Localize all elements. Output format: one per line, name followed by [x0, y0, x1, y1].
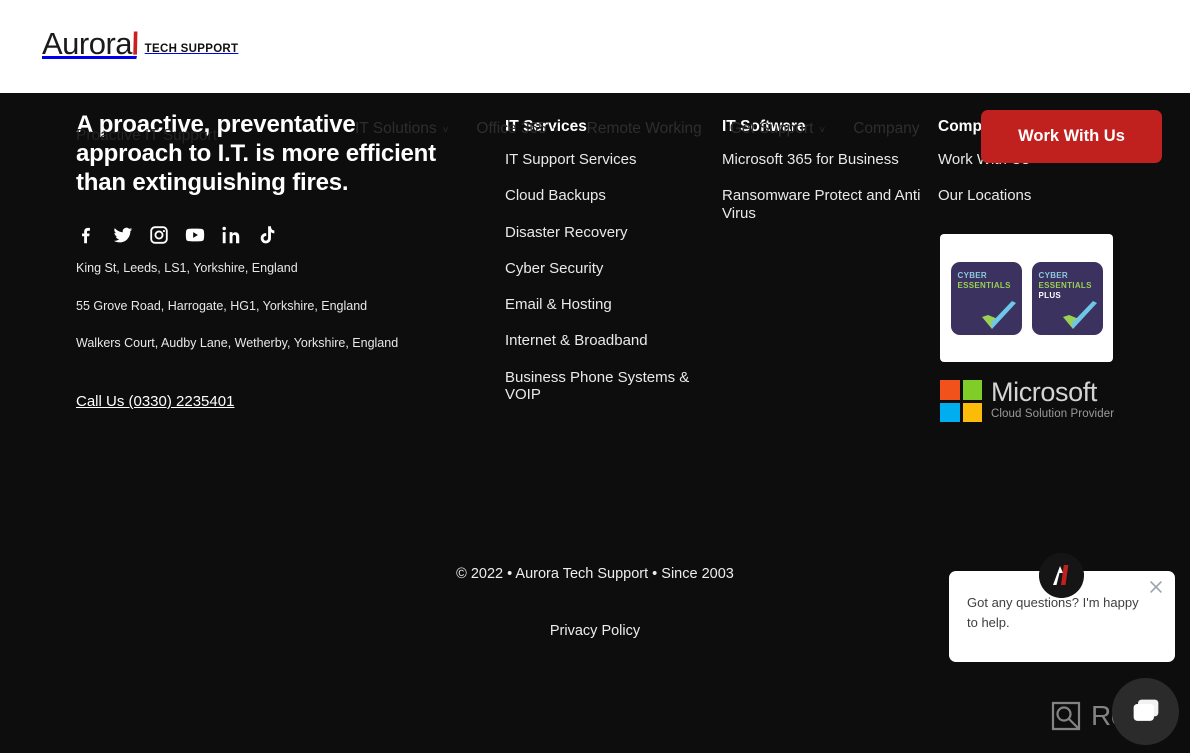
link-cyber-security[interactable]: Cyber Security	[505, 260, 705, 277]
address-leeds: King St, Leeds, LS1, Yorkshire, England	[76, 261, 298, 275]
chat-greeting-text: Got any questions? I'm happy to help.	[967, 595, 1139, 630]
badge-line-1: CYBER	[957, 270, 988, 280]
site-logo[interactable]: Aurora \ TECH SUPPORT	[42, 26, 239, 61]
microsoft-wordmark: Microsoft	[991, 376, 1097, 407]
office-addresses: King St, Leeds, LS1, Yorkshire, England …	[76, 262, 476, 375]
aurora-mark-icon	[1039, 553, 1084, 598]
address-wetherby: Walkers Court, Audby Lane, Wetherby, Yor…	[76, 336, 399, 350]
youtube-icon[interactable]	[184, 224, 206, 246]
column-title: IT Services	[505, 118, 587, 135]
address-harrogate: 55 Grove Road, Harrogate, HG1, Yorkshire…	[76, 298, 368, 313]
page-root: Aurora \ TECH SUPPORT IT Solutions ˅ Off…	[0, 0, 1190, 753]
linkedin-icon[interactable]	[220, 224, 242, 246]
work-with-us-button[interactable]: Work With Us	[981, 110, 1162, 163]
twitter-icon[interactable]	[112, 224, 134, 246]
call-us-link[interactable]: Call Us (0330) 2235401	[76, 393, 234, 410]
link-business-phone-systems-voip[interactable]: Business Phone Systems & VOIP	[505, 369, 705, 404]
microsoft-csp-logo: Microsoft Cloud Solution Provider	[940, 377, 1115, 425]
close-icon[interactable]	[1147, 578, 1165, 596]
link-internet-broadband[interactable]: Internet & Broadband	[505, 332, 705, 349]
footer-column-it-software: IT Software Microsoft 365 for Business R…	[722, 118, 922, 241]
logo-tagline: TECH SUPPORT	[144, 43, 239, 55]
social-links	[76, 224, 278, 246]
link-ransomware-protect-anti-virus[interactable]: Ransomware Protect and Anti Virus	[722, 187, 922, 222]
logo-wordmark: Aurora	[42, 26, 133, 61]
link-it-support-services[interactable]: IT Support Services	[505, 151, 705, 168]
footer-column-it-services: IT Services IT Support Services Cloud Ba…	[505, 118, 705, 422]
link-disaster-recovery[interactable]: Disaster Recovery	[505, 224, 705, 241]
column-title: IT Software	[722, 118, 806, 135]
facebook-icon[interactable]	[76, 224, 98, 246]
link-cloud-backups[interactable]: Cloud Backups	[505, 187, 705, 204]
microsoft-tagline: Cloud Solution Provider	[991, 407, 1115, 420]
chevron-down-icon: ˅	[442, 124, 449, 136]
revain-logo-icon	[1051, 701, 1081, 731]
link-email-hosting[interactable]: Email & Hosting	[505, 296, 705, 313]
checkmark-icon	[981, 300, 1016, 329]
link-our-locations[interactable]: Our Locations	[938, 187, 1128, 204]
chat-bubble-icon	[1133, 699, 1158, 721]
chat-agent-avatar	[1039, 553, 1084, 598]
link-microsoft-365-for-business[interactable]: Microsoft 365 for Business	[722, 151, 922, 168]
badge-line-1: CYBER	[1038, 270, 1069, 280]
microsoft-squares-icon	[940, 380, 982, 422]
tiktok-icon[interactable]	[256, 224, 278, 246]
badge-line-2: ESSENTIALS	[957, 280, 1011, 290]
cyber-essentials-badges: CYBER ESSENTIALS CYBER ESSENTIALS PLUS	[940, 234, 1113, 362]
footer-headline: A proactive, preventative approach to I.…	[76, 111, 436, 197]
checkmark-icon	[1062, 300, 1097, 329]
chat-launcher-button[interactable]	[1112, 678, 1179, 745]
cyber-essentials-badge: CYBER ESSENTIALS	[950, 261, 1022, 335]
cyber-essentials-plus-badge: CYBER ESSENTIALS PLUS	[1031, 261, 1103, 335]
instagram-icon[interactable]	[148, 224, 170, 246]
site-header: Aurora \ TECH SUPPORT	[0, 0, 1190, 93]
badge-line-2: ESSENTIALS	[1038, 280, 1092, 290]
